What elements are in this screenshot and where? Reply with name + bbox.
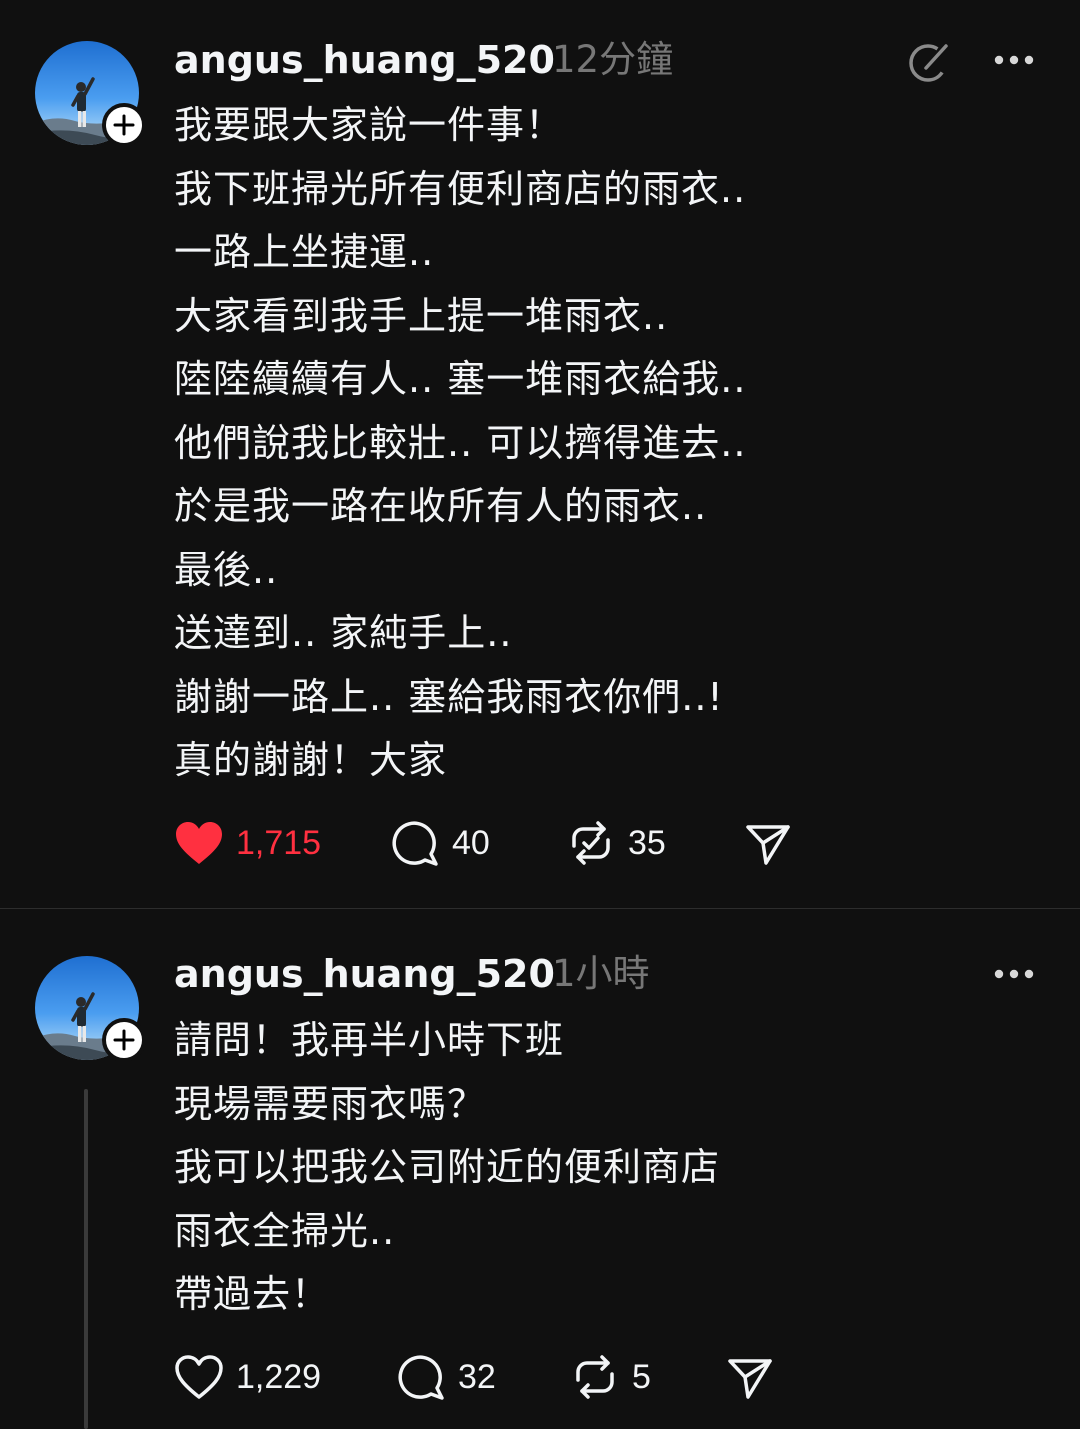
edit-icon[interactable] — [906, 38, 954, 86]
post-line: 謝謝一路上.. 塞給我雨衣你們..! — [174, 674, 724, 719]
username[interactable]: angus_huang_520 — [174, 37, 555, 83]
thread-line — [84, 1089, 88, 1429]
post-line: 陸陸續續有人.. 塞一堆雨衣給我.. — [174, 357, 747, 401]
post-line: 大家看到我手上提一堆雨衣.. — [174, 293, 669, 338]
post-line: 請問！我再半小時下班 — [174, 1018, 565, 1062]
post-line: 於是我一路在收所有人的雨衣.. — [174, 484, 708, 528]
comment-button[interactable]: 32 — [396, 1349, 496, 1405]
thread-post: angus_huang_520 12分鐘 我要跟大家說一件事！ 我下班掃光所有便… — [0, 0, 1080, 908]
action-bar: 1,229 32 5 — [174, 1349, 874, 1405]
post-timestamp: 12分鐘 — [552, 38, 674, 81]
comment-count: 32 — [458, 1357, 496, 1396]
like-button[interactable]: 1,229 — [174, 1349, 321, 1405]
repost-icon — [576, 1355, 614, 1399]
more-icon[interactable] — [992, 50, 1036, 70]
post-line: 他們說我比較壯.. 可以擠得進去.. — [174, 420, 747, 465]
share-button[interactable] — [744, 815, 792, 871]
follow-button[interactable] — [102, 103, 146, 147]
comment-button[interactable]: 40 — [390, 815, 490, 871]
comment-count: 40 — [452, 823, 490, 862]
share-button[interactable] — [726, 1349, 774, 1405]
comment-icon — [398, 1355, 444, 1400]
action-bar: 1,715 40 35 — [174, 815, 874, 871]
post-line: 我可以把我公司附近的便利商店 — [174, 1145, 721, 1189]
post-line: 我要跟大家說一件事！ — [174, 103, 565, 147]
repost-icon — [572, 821, 610, 865]
username[interactable]: angus_huang_520 — [174, 951, 555, 997]
like-count: 1,715 — [236, 823, 322, 862]
repost-count: 5 — [632, 1357, 651, 1396]
post-body: 我要跟大家說一件事！ 我下班掃光所有便利商店的雨衣.. 一路上坐捷運.. 大家看… — [174, 94, 746, 793]
heart-icon — [175, 1355, 223, 1399]
follow-button[interactable] — [102, 1018, 146, 1062]
post-line: 現場需要雨衣嗎？ — [174, 1081, 487, 1126]
repost-button[interactable]: 5 — [570, 1349, 651, 1405]
like-button[interactable]: 1,715 — [174, 815, 321, 871]
share-icon — [728, 1359, 772, 1399]
comment-icon — [392, 821, 438, 866]
post-line: 最後.. — [174, 547, 279, 592]
plus-icon — [113, 1029, 135, 1051]
thread-post: angus_huang_520 1小時 請問！我再半小時下班 現場需要雨衣嗎？ … — [0, 909, 1080, 1429]
repost-button[interactable]: 35 — [566, 815, 666, 871]
post-body: 請問！我再半小時下班 現場需要雨衣嗎？ 我可以把我公司附近的便利商店 雨衣全掃光… — [174, 1009, 720, 1327]
post-line: 一路上坐捷運.. — [174, 230, 435, 274]
repost-count: 35 — [628, 823, 666, 862]
post-line: 雨衣全掃光.. — [174, 1208, 396, 1253]
post-line: 我下班掃光所有便利商店的雨衣.. — [174, 166, 747, 211]
heart-filled-icon — [176, 822, 222, 864]
post-line: 真的謝謝！大家 — [174, 738, 448, 782]
share-icon — [746, 825, 790, 865]
like-count: 1,229 — [236, 1357, 322, 1396]
post-line: 送達到.. 家純手上.. — [174, 611, 513, 655]
post-timestamp: 1小時 — [552, 952, 650, 995]
post-line: 帶過去！ — [174, 1272, 331, 1316]
plus-icon — [113, 114, 135, 136]
more-icon[interactable] — [992, 964, 1036, 984]
